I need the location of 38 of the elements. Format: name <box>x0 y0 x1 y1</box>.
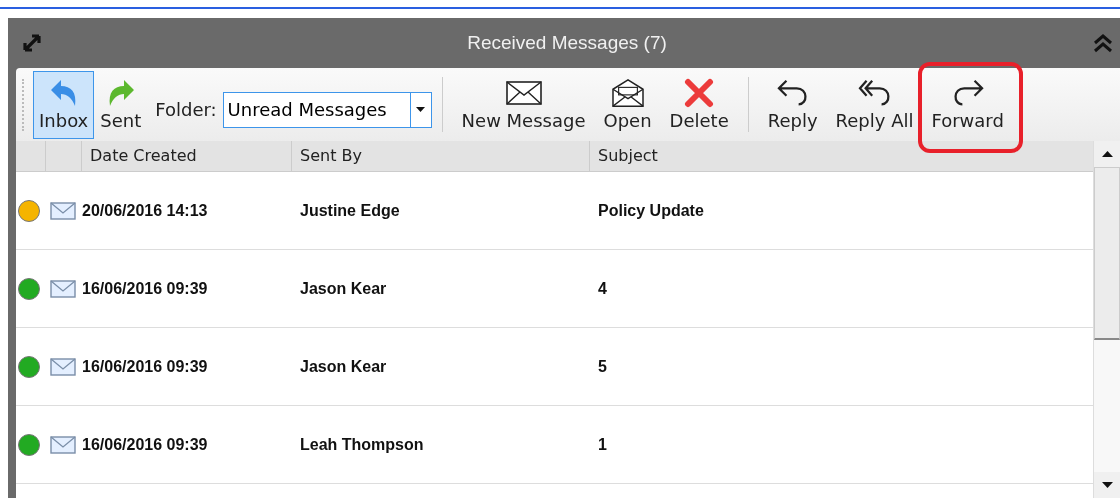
collapse-icon[interactable] <box>1092 33 1114 53</box>
panel-title: Received Messages (7) <box>466 32 668 54</box>
toolbar-button[interactable]: Open <box>598 70 657 139</box>
table-cell: Leah Thompson <box>300 435 424 454</box>
envelope-icon <box>504 78 543 108</box>
toolbar-button[interactable]: Reply All <box>830 70 919 139</box>
table-cell: 1 <box>598 435 607 454</box>
toolbar-button[interactable]: Reply <box>762 70 823 139</box>
table-cell: Jason Kear <box>300 357 387 376</box>
table-cell: 16/06/2016 09:39 <box>82 435 208 454</box>
table-cell: 5 <box>598 357 607 376</box>
envelope-icon <box>50 357 76 376</box>
table-cell: 16/06/2016 09:39 <box>82 357 208 376</box>
table-cell: 4 <box>598 279 607 298</box>
folder-dropdown[interactable]: Unread Messages <box>222 91 432 128</box>
scrollbar[interactable] <box>1093 141 1120 498</box>
table-cell: Jason Kear <box>300 279 387 298</box>
scroll-down-icon[interactable] <box>1101 482 1113 488</box>
delete-icon <box>684 78 715 108</box>
table-cell: Policy Update <box>598 201 704 220</box>
folder-tab[interactable]: Inbox <box>33 70 95 139</box>
column-header[interactable]: Date Created <box>82 141 292 171</box>
column-header[interactable]: Sent By <box>292 141 590 171</box>
folder-tab[interactable]: Sent <box>94 70 148 139</box>
dropdown-arrow-icon <box>416 107 426 112</box>
table-cell: Justine Edge <box>300 201 400 220</box>
envelope-icon <box>50 201 76 220</box>
folder-label: Folder: <box>155 99 217 120</box>
envelope-icon <box>50 435 76 454</box>
table-cell: 16/06/2016 09:39 <box>82 279 208 298</box>
envelope-icon <box>50 279 76 298</box>
expand-icon[interactable] <box>22 33 42 53</box>
toolbar-button[interactable]: Forward <box>926 70 1009 139</box>
toolbar-button[interactable]: New Message <box>456 70 591 139</box>
toolbar-button[interactable]: Delete <box>664 70 734 139</box>
scroll-up-icon[interactable] <box>1101 151 1113 157</box>
column-header[interactable]: Subject <box>590 141 1093 171</box>
table-cell: 20/06/2016 14:13 <box>82 201 208 220</box>
